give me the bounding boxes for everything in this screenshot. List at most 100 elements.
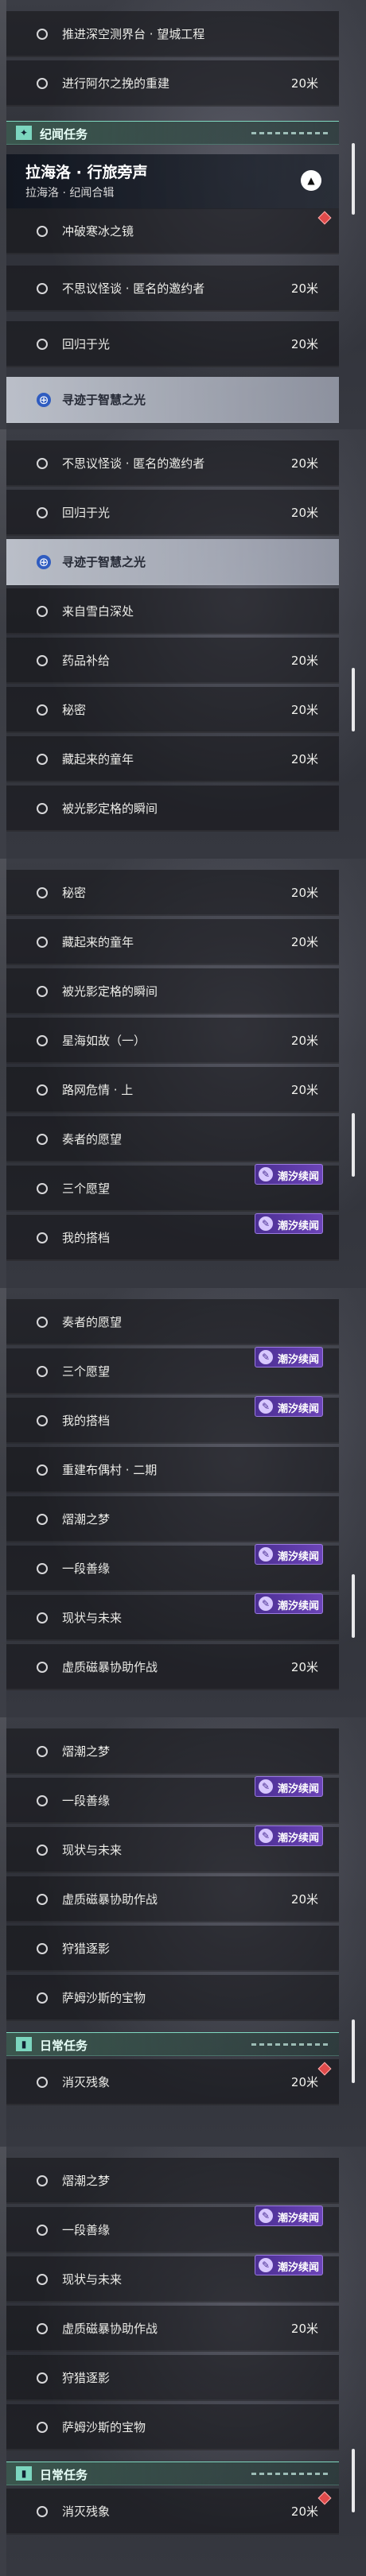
quest-row[interactable]: 奏者的愿望	[6, 1116, 339, 1162]
scrollbar[interactable]	[352, 1113, 355, 1177]
quest-distance: 20米	[290, 337, 318, 351]
quest-row[interactable]: 萨姆沙斯的宝物	[6, 1975, 339, 2021]
section-header[interactable]: ▮ 日常任务	[6, 2462, 339, 2485]
quest-distance: 20米	[290, 76, 318, 91]
quest-label: 藏起来的童年	[62, 935, 134, 949]
circle-outline-icon	[37, 1894, 48, 1905]
quest-row[interactable]: 路网危情 · 上 20米	[6, 1067, 339, 1113]
badge-text: 潮汐续闻	[278, 1354, 320, 1366]
scrollbar[interactable]	[352, 668, 355, 731]
circle-outline-icon	[37, 2323, 48, 2334]
quest-label: 虚质磁暴协助作战	[62, 2322, 158, 2336]
tide-story-icon: ✎	[259, 1596, 273, 1611]
quest-row[interactable]: 虚质磁暴协助作战 20米	[6, 2306, 339, 2352]
tide-story-badge: ✎ 潮汐续闻	[255, 1825, 323, 1846]
chevron-up-icon[interactable]: ▲	[301, 170, 321, 191]
quest-row[interactable]: 藏起来的童年 20米	[6, 736, 339, 782]
quest-panel: 推进深空测界台 · 望城工程进行阿尔之挽的重建 20米 ✦ 纪闻任务拉海洛 · 行旅旁…	[0, 0, 366, 429]
quest-row[interactable]: 熠潮之梦	[6, 1496, 339, 1542]
circle-outline-icon	[37, 2175, 48, 2186]
quest-row[interactable]: 熠潮之梦	[6, 1728, 339, 1775]
pin-marker-icon	[317, 2491, 332, 2505]
quest-panel: 熠潮之梦 一段善缘 ✎ 潮汐续闻 现状与未来 ✎ 潮汐续闻 虚质磁暴协助作战 20米狩猎逐影萨姆…	[0, 1717, 366, 2147]
scrollbar[interactable]	[352, 2019, 355, 2083]
quest-row[interactable]: 现状与未来 ✎ 潮汐续闻	[6, 2255, 339, 2302]
quest-panel: 不思议怪谈 · 匿名的邀约者 20米 回归于光 20米 ⊕ 寻迹于智慧之光 来自雪白深处 药品…	[0, 429, 366, 859]
quest-row[interactable]: 现状与未来 ✎ 潮汐续闻	[6, 1593, 339, 1641]
quest-label: 药品补给	[62, 654, 111, 668]
quest-row[interactable]: 星海如故（一） 20米	[6, 1018, 339, 1064]
quest-row[interactable]: ⊕ 寻迹于智慧之光	[6, 539, 339, 585]
circle-outline-icon	[37, 2506, 48, 2517]
scrollbar[interactable]	[352, 143, 355, 215]
quest-row[interactable]: 我的搭档 ✎ 潮汐续闻	[6, 1396, 339, 1444]
quest-distance: 20米	[290, 2075, 318, 2089]
scrollbar[interactable]	[352, 2449, 355, 2512]
quest-row[interactable]: 消灭残象 20米	[6, 2059, 339, 2105]
quest-label: 被光影定格的瞬间	[62, 801, 158, 816]
quest-row[interactable]: ⊕ 寻迹于智慧之光	[6, 377, 339, 423]
header-decoration	[251, 132, 328, 134]
quest-row[interactable]: 回归于光 20米	[6, 321, 339, 367]
quest-row[interactable]: 秘密 20米	[6, 687, 339, 733]
quest-row[interactable]: 熠潮之梦	[6, 2158, 339, 2204]
quest-label: 不思议怪谈 · 匿名的邀约者	[62, 456, 205, 471]
section-header[interactable]: ▮ 日常任务	[6, 2032, 339, 2056]
quest-label: 消灭残象	[62, 2504, 111, 2519]
quest-distance: 20米	[290, 506, 318, 520]
quest-row[interactable]: 一段善缘 ✎ 潮汐续闻	[6, 2206, 339, 2253]
quest-distance: 20米	[290, 2504, 318, 2519]
quest-row[interactable]: 被光影定格的瞬间	[6, 968, 339, 1014]
sparkle-icon: ✦	[16, 126, 32, 140]
quest-distance: 20米	[290, 1034, 318, 1048]
scrollbar[interactable]	[352, 1574, 355, 1638]
circle-outline-icon	[37, 1746, 48, 1757]
circle-outline-icon	[37, 2372, 48, 2384]
quest-row[interactable]: 冲破寒冰之镜	[6, 208, 339, 254]
quest-label: 熠潮之梦	[62, 2174, 111, 2188]
quest-row[interactable]: 被光影定格的瞬间	[6, 786, 339, 832]
quest-row[interactable]: 回归于光 20米	[6, 490, 339, 536]
quest-row[interactable]: 一段善缘 ✎ 潮汐续闻	[6, 1776, 339, 1824]
quest-row[interactable]: 进行阿尔之挽的重建 20米	[6, 60, 339, 107]
quest-row[interactable]: 推进深空测界台 · 望城工程	[6, 11, 339, 57]
quest-row[interactable]: 一段善缘 ✎ 潮汐续闻	[6, 1544, 339, 1592]
quest-label: 秘密	[62, 703, 87, 717]
tide-story-badge: ✎ 潮汐续闻	[255, 1776, 323, 1797]
quest-row[interactable]: 消灭残象 20米	[6, 2489, 339, 2535]
circle-outline-icon	[37, 1317, 48, 1328]
quest-row[interactable]: 三个愿望 ✎ 潮汐续闻	[6, 1347, 339, 1395]
chapter-card[interactable]: 拉海洛 · 行旅旁声 拉海洛 · 纪闻合辑 ▲	[6, 154, 339, 209]
quest-row[interactable]: 虚质磁暴协助作战 20米	[6, 1644, 339, 1690]
quest-row[interactable]: 重建布偶村 · 二期	[6, 1447, 339, 1493]
quest-row[interactable]: 奏者的愿望	[6, 1299, 339, 1345]
circle-outline-icon	[37, 226, 48, 237]
quest-row[interactable]: 秘密 20米	[6, 870, 339, 916]
quest-row[interactable]: 来自雪白深处	[6, 588, 339, 634]
quest-label: 现状与未来	[62, 2272, 123, 2287]
quest-row[interactable]: 不思议怪谈 · 匿名的邀约者 20米	[6, 440, 339, 487]
quest-row[interactable]: 药品补给 20米	[6, 638, 339, 684]
quest-row[interactable]: 现状与未来 ✎ 潮汐续闻	[6, 1825, 339, 1873]
quest-label: 狩猎逐影	[62, 1942, 111, 1956]
quest-label: 萨姆沙斯的宝物	[62, 2420, 146, 2434]
chapter-title: 拉海洛 · 行旅旁声	[25, 164, 148, 181]
quest-row[interactable]: 藏起来的童年 20米	[6, 919, 339, 965]
circle-outline-icon	[37, 1845, 48, 1856]
quest-label: 奏者的愿望	[62, 1132, 123, 1146]
quest-label: 三个愿望	[62, 1364, 111, 1379]
quest-row[interactable]: 虚质磁暴协助作战 20米	[6, 1876, 339, 1922]
quest-row[interactable]: 三个愿望 ✎ 潮汐续闻	[6, 1164, 339, 1212]
quest-label: 进行阿尔之挽的重建	[62, 76, 170, 91]
tide-story-badge: ✎ 潮汐续闻	[255, 1593, 323, 1614]
quest-row[interactable]: 我的搭档 ✎ 潮汐续闻	[6, 1213, 339, 1261]
quest-distance: 20米	[290, 752, 318, 766]
section-header[interactable]: ✦ 纪闻任务	[6, 121, 339, 145]
quest-row[interactable]: 狩猎逐影	[6, 1926, 339, 1972]
circle-outline-icon	[37, 1662, 48, 1673]
quest-row[interactable]: 狩猎逐影	[6, 2355, 339, 2401]
quest-row[interactable]: 萨姆沙斯的宝物	[6, 2404, 339, 2450]
circle-outline-icon	[37, 1943, 48, 1954]
quest-label: 藏起来的童年	[62, 752, 134, 766]
quest-row[interactable]: 不思议怪谈 · 匿名的邀约者 20米	[6, 266, 339, 312]
